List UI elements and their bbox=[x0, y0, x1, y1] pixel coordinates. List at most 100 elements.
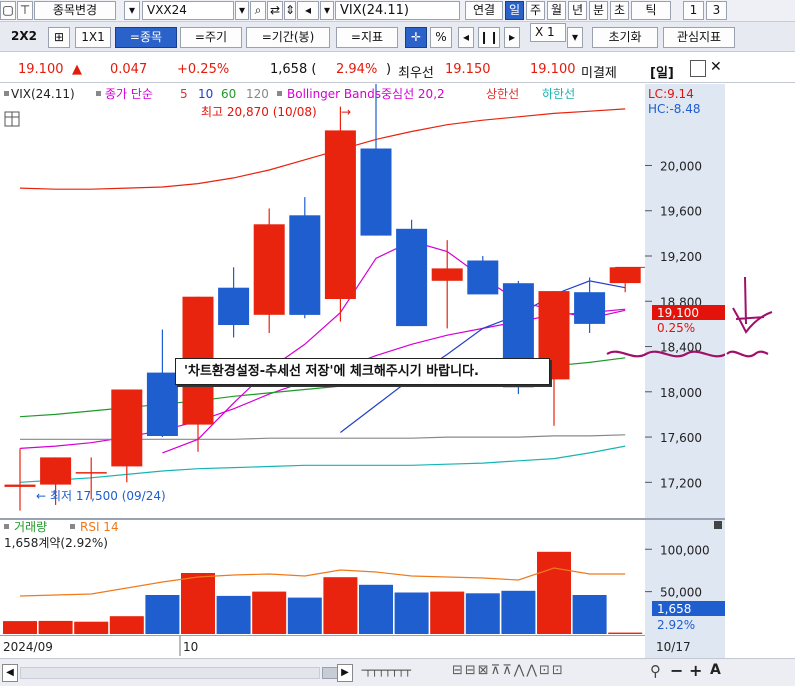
volume-bar bbox=[3, 621, 37, 634]
period-indicator: [일] bbox=[650, 66, 674, 81]
auto-scale-icon[interactable]: A bbox=[710, 662, 721, 678]
current-price: 19.100 bbox=[18, 62, 64, 77]
y-tick-label: 17,200 bbox=[660, 476, 702, 490]
link-icon[interactable]: ⇄ bbox=[267, 1, 283, 20]
y-tick-label: 18,000 bbox=[660, 386, 702, 400]
best-bid: 19.100 bbox=[530, 62, 576, 77]
chart-toolbar: 2X2 ⊞ 1X1 =종목 =주기 =기간(봉) =지표 ✛ % ◂ ❙❙ ▸ … bbox=[0, 22, 795, 52]
legend-square-icon bbox=[4, 91, 9, 96]
legend-ma-10: 10 bbox=[198, 87, 213, 101]
item-overlay-button[interactable]: =종목 bbox=[115, 27, 177, 48]
pin-icon[interactable]: ⊤ bbox=[17, 1, 33, 20]
current-price-tag-text: 19,100 bbox=[657, 306, 699, 320]
symbol-name-field: VIX(24.11) bbox=[335, 1, 460, 20]
zoom-out-icon[interactable]: − bbox=[670, 661, 683, 680]
legend-square-icon bbox=[96, 91, 101, 96]
quote-bar: 19.100 ▲ 0.047 +0.25% 1,658 ( 2.94% ) 최우… bbox=[0, 57, 795, 83]
count-1-button[interactable]: 1 bbox=[683, 1, 704, 20]
cycle-overlay-button[interactable]: =주기 bbox=[180, 27, 242, 48]
percent-button[interactable]: % bbox=[430, 27, 452, 48]
range-slider-icon[interactable]: ╶┬┬┬┬┬┬┬ bbox=[358, 664, 438, 682]
name-dropdown-icon[interactable]: ▾ bbox=[320, 1, 334, 20]
volume-bar bbox=[608, 632, 643, 634]
prev-icon[interactable]: ◂ bbox=[458, 27, 474, 48]
layout-button[interactable]: 2X2 bbox=[4, 27, 44, 48]
up-arrow-icon: ▲ bbox=[72, 62, 82, 77]
magnify-icon[interactable]: ⚲ bbox=[650, 662, 661, 680]
volume-bar bbox=[323, 577, 358, 634]
grid-icon[interactable]: ⊞ bbox=[48, 27, 70, 48]
y-tick-label: 19,600 bbox=[660, 205, 702, 219]
period-year-button[interactable]: 년 bbox=[568, 1, 587, 20]
candle-body bbox=[574, 292, 606, 324]
legend-symbol: VIX(24.11) bbox=[11, 87, 75, 101]
close-icon[interactable]: ✕ bbox=[710, 59, 722, 75]
period-second-button[interactable]: 초 bbox=[610, 1, 629, 20]
volume-legend: 거래량 bbox=[14, 520, 47, 534]
volume-value: 1,658 ( bbox=[270, 62, 317, 77]
legend-ma-label: 종가 단순 bbox=[105, 87, 153, 101]
period-day-button[interactable]: 일 bbox=[505, 1, 524, 20]
period-month-button[interactable]: 월 bbox=[547, 1, 566, 20]
count-3-button[interactable]: 3 bbox=[706, 1, 727, 20]
indicator-button[interactable]: =지표 bbox=[336, 27, 398, 48]
candle-body bbox=[324, 130, 356, 299]
x-label-mid: 10 bbox=[183, 640, 198, 654]
unsettled-label: 미결제 bbox=[581, 66, 617, 81]
crosshair-icon[interactable]: ✛ bbox=[405, 27, 427, 48]
bottom-toolbar: ◀ ▶ ╶┬┬┬┬┬┬┬ ⊟⊟⊠⊼⊼⋀⋀⊡⊡ ⚲ − + A bbox=[0, 658, 795, 686]
spin-icon[interactable]: ⇕ bbox=[284, 1, 296, 20]
ratio-button[interactable]: 1X1 bbox=[75, 27, 111, 48]
candle-body bbox=[396, 228, 428, 327]
symbol-dropdown-icon[interactable]: ▾ bbox=[124, 1, 140, 20]
legend-square-icon bbox=[70, 524, 75, 529]
reset-button[interactable]: 초기화 bbox=[592, 27, 658, 48]
item-change-button[interactable]: 종목변경 bbox=[34, 1, 116, 20]
volume-bar bbox=[109, 616, 144, 634]
scroll-right-icon[interactable]: ▶ bbox=[337, 664, 353, 682]
next-icon[interactable]: ▸ bbox=[504, 27, 520, 48]
pause-icon[interactable]: ❙❙ bbox=[478, 27, 500, 48]
linked-button[interactable]: 연결 bbox=[465, 1, 503, 20]
maximize-icon[interactable] bbox=[690, 60, 706, 77]
x-label-end: 10/17 bbox=[656, 640, 691, 654]
code-dropdown-icon[interactable]: ▾ bbox=[235, 1, 249, 20]
volume-current-tag-text: 1,658 bbox=[657, 602, 691, 616]
pane-close-icon[interactable] bbox=[714, 521, 722, 529]
best-ask-label: 최우선 bbox=[398, 66, 434, 81]
window-icon[interactable]: ▢ bbox=[0, 1, 16, 20]
best-ask: 19.150 bbox=[445, 62, 491, 77]
period-week-button[interactable]: 주 bbox=[526, 1, 545, 20]
legend-bb-lower: 하한선 bbox=[542, 87, 575, 101]
trendline-notice: '차트환경설정-추세선 저장'에 체크해주시기 바랍니다. bbox=[175, 358, 550, 385]
period-tick-button[interactable]: 틱 bbox=[631, 1, 671, 20]
range-button[interactable]: =기간(봉) bbox=[246, 27, 330, 48]
period-minute-button[interactable]: 분 bbox=[589, 1, 608, 20]
volume-info: 1,658계약(2.92%) bbox=[4, 535, 108, 550]
y-tick-label: 20,000 bbox=[660, 159, 702, 173]
volume-bar bbox=[537, 551, 571, 634]
candle-body bbox=[253, 224, 285, 315]
price-change-pct: +0.25% bbox=[177, 62, 230, 77]
volume-pct: 2.94% bbox=[336, 62, 378, 77]
volume-bar bbox=[465, 593, 500, 634]
volume-bar bbox=[252, 591, 287, 634]
zoom-select[interactable]: X 1 bbox=[530, 23, 566, 42]
search-icon[interactable]: ⌕ bbox=[250, 1, 266, 20]
drawing-tools-icon[interactable]: ⊟⊟⊠⊼⊼⋀⋀⊡⊡ bbox=[452, 663, 565, 678]
candle-body bbox=[111, 389, 143, 467]
volume-bar bbox=[572, 595, 607, 634]
symbol-code-input[interactable]: VXX24 bbox=[142, 1, 234, 20]
candle-body bbox=[360, 148, 392, 236]
x-label-start: 2024/09 bbox=[3, 640, 53, 654]
zoom-in-icon[interactable]: + bbox=[689, 661, 702, 680]
candle-body bbox=[4, 484, 36, 487]
horizontal-scrollbar[interactable] bbox=[20, 667, 320, 679]
sound-icon[interactable]: ◂ bbox=[297, 1, 319, 20]
legend-square-icon bbox=[4, 524, 9, 529]
candle-body bbox=[609, 267, 641, 284]
scroll-left-icon[interactable]: ◀ bbox=[2, 664, 18, 682]
zoom-dropdown-icon[interactable]: ▾ bbox=[567, 27, 583, 48]
watch-indicator-button[interactable]: 관심지표 bbox=[663, 27, 735, 48]
x-axis-divider bbox=[0, 635, 645, 636]
